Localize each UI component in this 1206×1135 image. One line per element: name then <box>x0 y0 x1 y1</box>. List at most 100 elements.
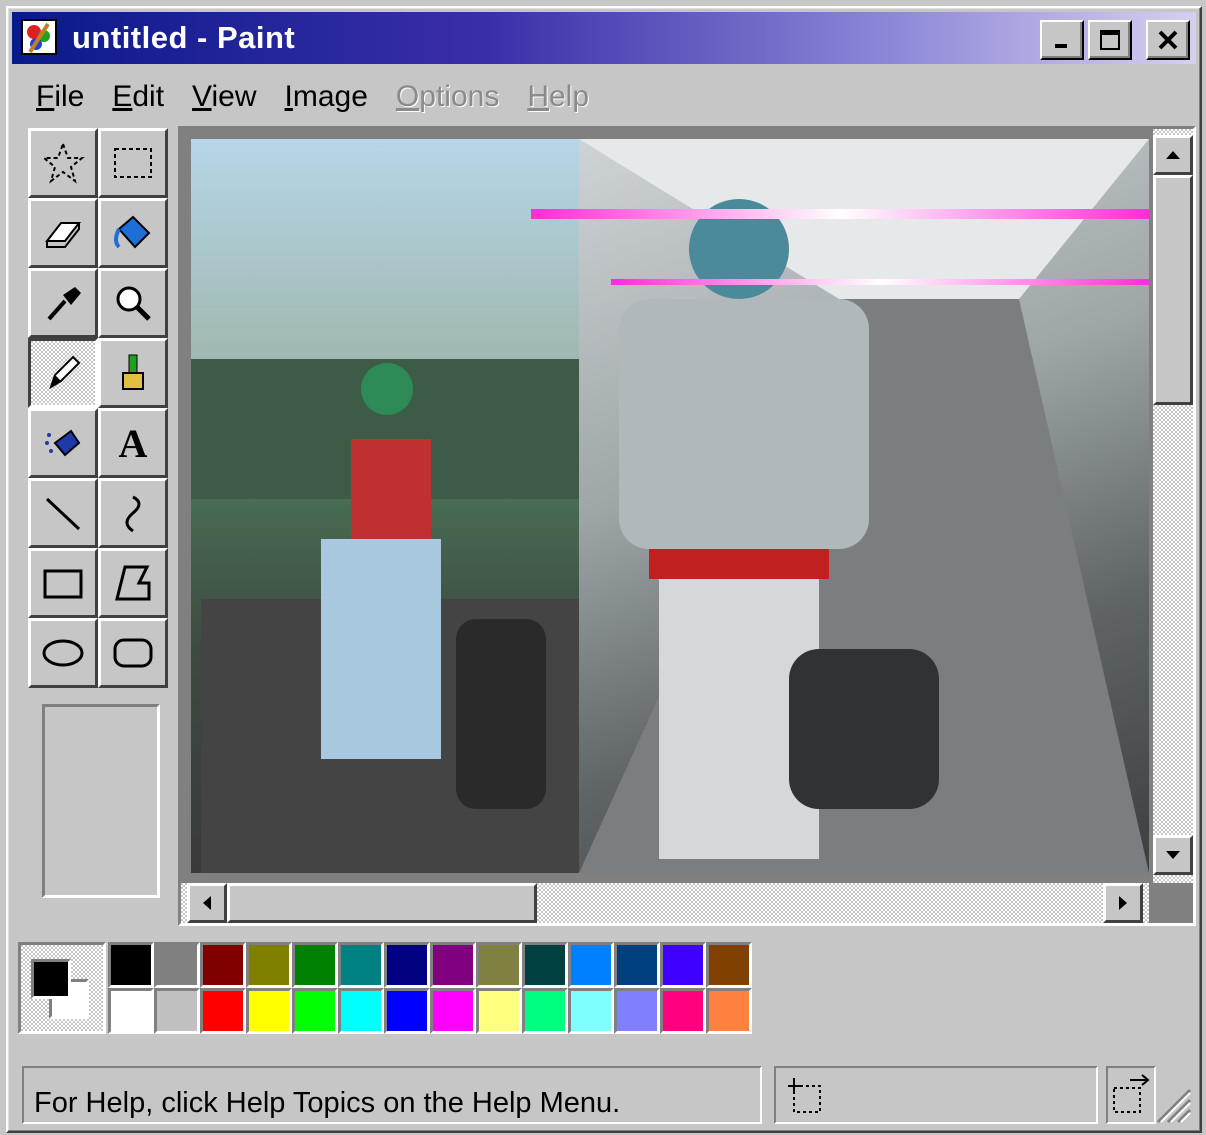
menu-help[interactable]: Help <box>513 74 603 120</box>
close-button[interactable] <box>1146 20 1190 60</box>
color-swatch[interactable] <box>660 988 706 1034</box>
color-swatch[interactable] <box>430 942 476 988</box>
color-swatch[interactable] <box>246 942 292 988</box>
eyedropper-icon <box>47 287 81 321</box>
color-swatch[interactable] <box>292 988 338 1034</box>
color-swatch[interactable] <box>200 942 246 988</box>
tool-brush[interactable] <box>98 338 168 408</box>
menu-options[interactable]: Options <box>382 74 513 120</box>
tool-fill[interactable] <box>98 198 168 268</box>
maximize-icon <box>1100 30 1120 50</box>
maximize-button[interactable] <box>1088 20 1132 60</box>
menu-image-mnemonic: I <box>284 80 293 113</box>
current-colors-box[interactable] <box>18 942 106 1034</box>
horizontal-scroll-thumb[interactable] <box>227 883 537 923</box>
tool-pick-color[interactable] <box>28 268 98 338</box>
horizontal-scrollbar[interactable] <box>181 883 1149 923</box>
resize-grip-icon[interactable] <box>1152 1084 1192 1124</box>
color-palette <box>14 936 752 1034</box>
canvas-image-left <box>191 139 589 873</box>
tool-options-box[interactable] <box>42 704 160 898</box>
menu-image[interactable]: Image <box>271 74 382 120</box>
color-swatch[interactable] <box>338 942 384 988</box>
window-title: untitled - Paint <box>72 20 296 55</box>
color-swatch[interactable] <box>568 942 614 988</box>
scroll-right-button[interactable] <box>1103 883 1143 923</box>
color-swatch[interactable] <box>384 988 430 1034</box>
menu-options-mnemonic: O <box>395 80 420 113</box>
curve-icon <box>125 495 141 533</box>
dashed-rect-icon <box>114 148 152 178</box>
tool-magnifier[interactable] <box>98 268 168 338</box>
scroll-up-button[interactable] <box>1153 135 1193 175</box>
color-swatch[interactable] <box>108 988 154 1034</box>
color-swatch[interactable] <box>706 942 752 988</box>
tool-polygon[interactable] <box>98 548 168 618</box>
color-swatch[interactable] <box>154 988 200 1034</box>
color-swatch[interactable] <box>660 942 706 988</box>
tool-pencil[interactable] <box>28 338 98 408</box>
arrow-right-icon <box>1119 896 1127 910</box>
glitch-streak <box>531 209 1149 219</box>
palette-swatches <box>108 942 752 1034</box>
color-swatch[interactable] <box>476 988 522 1034</box>
color-swatch[interactable] <box>614 988 660 1034</box>
status-position-pane <box>774 1066 1098 1124</box>
menu-file[interactable]: File <box>22 74 98 120</box>
color-swatch[interactable] <box>338 988 384 1034</box>
airbrush-icon <box>45 429 81 457</box>
vertical-scrollbar[interactable] <box>1153 129 1193 883</box>
selection-size-icon <box>1113 1074 1150 1113</box>
color-swatch[interactable] <box>384 942 430 988</box>
text-a-icon: A <box>118 420 148 466</box>
menu-view[interactable]: View <box>178 74 270 120</box>
color-swatch[interactable] <box>522 942 568 988</box>
menu-file-mnemonic: F <box>36 80 55 113</box>
status-size-pane <box>1106 1066 1156 1124</box>
arrow-left-icon <box>203 896 211 910</box>
menu-help-label: elp <box>549 80 590 113</box>
color-swatch[interactable] <box>246 988 292 1034</box>
tool-rounded-rectangle[interactable] <box>98 618 168 688</box>
paint-app-icon[interactable] <box>18 16 62 60</box>
brush-icon <box>122 354 144 390</box>
tool-airbrush[interactable] <box>28 408 98 478</box>
tool-eraser[interactable] <box>28 198 98 268</box>
vertical-scroll-thumb[interactable] <box>1153 175 1193 405</box>
walking-person-illustration <box>579 139 1149 873</box>
color-swatch[interactable] <box>200 988 246 1034</box>
title-bar[interactable]: untitled - Paint <box>12 12 1196 64</box>
color-swatch[interactable] <box>522 988 568 1034</box>
tool-rectangle[interactable] <box>28 548 98 618</box>
tool-text[interactable]: A <box>98 408 168 478</box>
foreground-color-swatch[interactable] <box>31 959 71 999</box>
color-swatch[interactable] <box>292 942 338 988</box>
color-swatch[interactable] <box>614 942 660 988</box>
tool-line[interactable] <box>28 478 98 548</box>
color-swatch[interactable] <box>476 942 522 988</box>
cursor-position-icon <box>788 1078 821 1113</box>
minimize-button[interactable] <box>1040 20 1084 60</box>
scroll-left-button[interactable] <box>187 883 227 923</box>
tool-rect-select[interactable] <box>98 128 168 198</box>
tool-free-form-select[interactable] <box>28 128 98 198</box>
menu-edit[interactable]: Edit <box>98 74 178 120</box>
close-icon <box>1158 30 1178 50</box>
color-swatch[interactable] <box>706 988 752 1034</box>
menu-edit-label: dit <box>132 80 165 113</box>
color-swatch[interactable] <box>430 988 476 1034</box>
drawing-canvas[interactable] <box>191 139 1149 873</box>
canvas-image-right <box>579 139 1149 873</box>
magnifier-icon <box>116 286 151 321</box>
scroll-down-button[interactable] <box>1153 835 1193 875</box>
menu-options-label: ptions <box>419 80 500 113</box>
menu-view-mnemonic: V <box>192 80 212 113</box>
line-icon <box>45 497 81 531</box>
tool-ellipse[interactable] <box>28 618 98 688</box>
color-swatch[interactable] <box>154 942 200 988</box>
color-swatch[interactable] <box>568 988 614 1034</box>
tool-curve[interactable] <box>98 478 168 548</box>
arrow-down-icon <box>1166 851 1180 859</box>
color-swatch[interactable] <box>108 942 154 988</box>
menu-bar: File Edit View Image Options Help <box>22 74 603 120</box>
